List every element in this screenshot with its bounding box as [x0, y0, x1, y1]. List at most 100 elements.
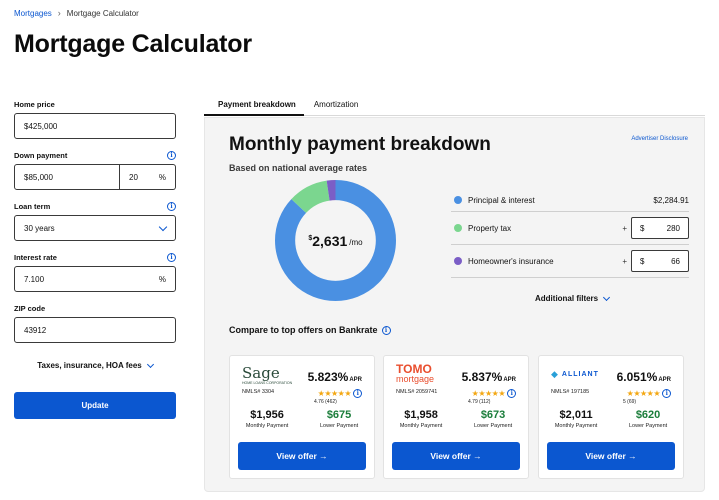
down-payment-percent-value: 20 — [129, 172, 138, 182]
legend-row-principal: Principal & interest $2,284.91 — [451, 188, 689, 212]
breadcrumb-separator-icon: › — [57, 8, 61, 18]
update-button[interactable]: Update — [14, 392, 176, 419]
interest-rate-input[interactable]: 7.100 % — [14, 266, 176, 292]
legend-row-insurance: Homeowner's insurance + $ 66 — [451, 245, 689, 278]
breakdown-legend: Principal & interest $2,284.91 Property … — [451, 188, 689, 278]
lower-payment-value: $673 — [480, 409, 506, 421]
total-currency: $ — [308, 235, 313, 242]
insurance-label: Homeowner's insurance — [468, 256, 554, 266]
total-suffix: /mo — [349, 237, 363, 247]
lower-payment-label: Lower Payment — [319, 423, 359, 429]
legend-row-property-tax: Property tax + $ 280 — [451, 212, 689, 245]
additional-filters-label: Additional filters — [535, 294, 599, 303]
info-icon[interactable]: i — [662, 389, 671, 398]
taxes-insurance-toggle[interactable]: Taxes, insurance, HOA fees — [14, 360, 176, 370]
compare-heading: Compare to top offers on Bankrate i — [229, 325, 391, 335]
taxes-toggle-label: Taxes, insurance, HOA fees — [37, 361, 142, 370]
tab-amortization[interactable]: Amortization — [304, 96, 366, 116]
info-icon[interactable]: i — [167, 201, 176, 211]
offer-card: TOMO mortgage 5.837%APR NMLS# 2059741 ★★… — [383, 355, 529, 479]
lender-sub: HOME LOANS CORPORATION — [242, 381, 293, 385]
calculator-form: Home price $425,000 Down payment i $85,0… — [14, 98, 176, 419]
breakdown-title: Monthly payment breakdown — [229, 134, 491, 155]
chevron-down-icon — [146, 360, 154, 368]
lender-name: Sage — [242, 364, 280, 382]
offer-nmls: NMLS# 197185 — [551, 389, 590, 395]
home-price-input[interactable]: $425,000 — [14, 113, 176, 139]
donut-total: $ 2,631 /mo — [275, 180, 396, 301]
advertiser-disclosure-link[interactable]: Advertiser Disclosure — [631, 136, 688, 142]
loan-term-field: Loan term i 30 years — [14, 200, 176, 241]
info-icon[interactable]: i — [381, 325, 391, 335]
property-tax-value: 280 — [666, 223, 680, 233]
tomo-logo: TOMO mortgage — [396, 363, 456, 384]
insurance-input[interactable]: $ 66 — [631, 250, 689, 272]
info-icon[interactable]: i — [353, 389, 362, 398]
lower-payment-value: $675 — [326, 409, 352, 421]
zip-label: ZIP code — [14, 303, 46, 313]
plus-icon: + — [622, 223, 627, 233]
home-price-field: Home price $425,000 — [14, 98, 176, 139]
percent-unit: % — [158, 172, 166, 182]
sage-logo: Sage HOME LOANS CORPORATION — [242, 364, 302, 385]
tab-payment-breakdown[interactable]: Payment breakdown — [204, 96, 304, 116]
down-payment-label: Down payment — [14, 150, 68, 160]
rating-score: 4.76 (462) — [314, 399, 337, 405]
rating-score: 5 (69) — [623, 399, 637, 405]
property-tax-input[interactable]: $ 280 — [631, 217, 689, 239]
view-offer-button[interactable]: View offer → — [547, 442, 675, 470]
page-title: Mortgage Calculator — [14, 30, 252, 58]
star-rating: ★★★★★ i — [472, 389, 516, 398]
principal-label: Principal & interest — [468, 196, 535, 205]
zip-input[interactable]: 43912 — [14, 317, 176, 343]
loan-term-value: 30 years — [24, 223, 55, 233]
loan-term-label: Loan term — [14, 201, 51, 211]
principal-value: $2,284.91 — [653, 196, 689, 205]
lower-payment-value: $620 — [635, 409, 661, 421]
breadcrumb: Mortgages › Mortgage Calculator — [14, 8, 139, 18]
offer-card: ◆ ALLIANT 6.051%APR NMLS# 197185 ★★★★★ i … — [538, 355, 684, 479]
monthly-payment-label: Monthly Payment — [245, 423, 289, 429]
lower-payment-label: Lower Payment — [473, 423, 513, 429]
currency-symbol: $ — [640, 223, 645, 233]
info-icon[interactable]: i — [167, 150, 176, 160]
breadcrumb-mortgages-link[interactable]: Mortgages — [14, 9, 52, 18]
star-rating: ★★★★★ i — [318, 389, 362, 398]
insurance-dot-icon — [454, 257, 462, 265]
lender-sub: mortgage — [396, 374, 435, 384]
lower-payment-label: Lower Payment — [628, 423, 668, 429]
insurance-value: 66 — [671, 256, 680, 266]
monthly-payment-value: $1,956 — [250, 409, 284, 421]
rating-score: 4.79 (112) — [468, 399, 491, 405]
lender-name: ALLIANT — [561, 370, 599, 378]
view-offer-button[interactable]: View offer → — [392, 442, 520, 470]
star-icon: ★★★★★ — [626, 389, 661, 398]
star-rating: ★★★★★ i — [627, 389, 671, 398]
breakdown-panel: Monthly payment breakdown Based on natio… — [204, 117, 705, 492]
offer-rate: 6.051%APR — [616, 370, 671, 384]
home-price-label: Home price — [14, 99, 55, 109]
monthly-payment-label: Monthly Payment — [554, 423, 598, 429]
alliant-logo: ◆ ALLIANT — [551, 364, 611, 384]
info-icon[interactable]: i — [507, 389, 516, 398]
chevron-down-icon — [158, 222, 168, 231]
offer-nmls: NMLS# 3304 — [242, 389, 275, 395]
offer-card: Sage HOME LOANS CORPORATION 5.823%APR NM… — [229, 355, 375, 479]
interest-rate-value: 7.100 — [24, 274, 45, 284]
down-payment-input[interactable]: $85,000 — [14, 164, 120, 190]
info-icon[interactable]: i — [167, 252, 176, 262]
monthly-payment-value: $1,958 — [404, 409, 438, 421]
interest-rate-field: Interest rate i 7.100 % — [14, 251, 176, 292]
down-payment-percent-input[interactable]: 20 % — [120, 164, 176, 190]
property-tax-label: Property tax — [468, 223, 512, 233]
zip-field: ZIP code 43912 — [14, 302, 176, 343]
additional-filters-toggle[interactable]: Additional filters — [535, 293, 611, 303]
view-offer-button[interactable]: View offer → — [238, 442, 366, 470]
star-icon: ★★★★★ — [471, 389, 506, 398]
breadcrumb-current: Mortgage Calculator — [66, 8, 139, 18]
breakdown-subtitle: Based on national average rates — [229, 163, 368, 173]
star-icon: ★★★★★ — [317, 389, 352, 398]
compare-title: Compare to top offers on Bankrate — [229, 325, 378, 335]
total-value: 2,631 — [312, 232, 348, 249]
loan-term-select[interactable]: 30 years — [14, 215, 176, 241]
